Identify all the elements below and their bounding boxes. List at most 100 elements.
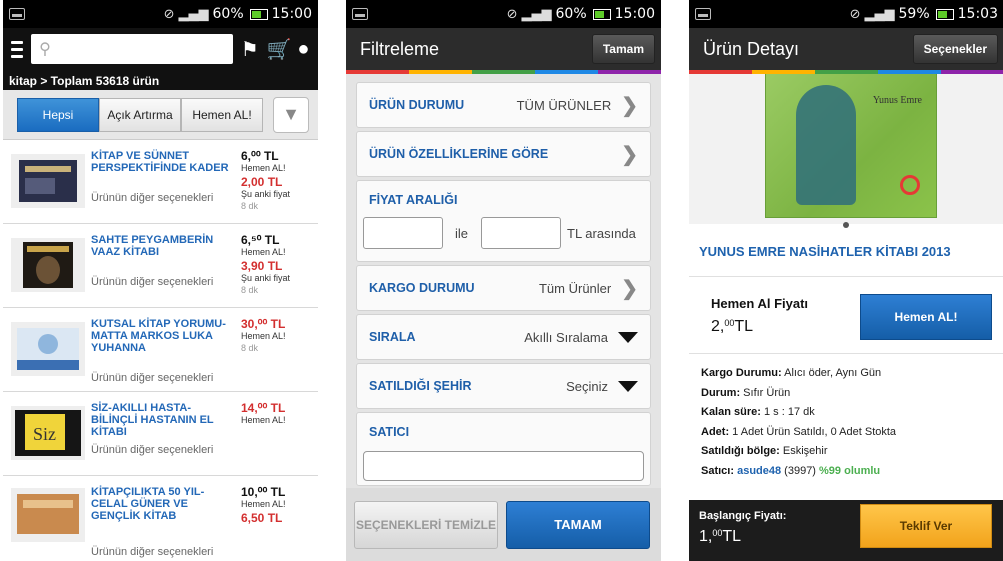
filter-seller: SATICI (356, 412, 651, 486)
buy-now-price: 10,⁰⁰ TL (241, 485, 286, 499)
apply-button[interactable]: TAMAM (506, 500, 650, 549)
max-price-input[interactable] (481, 217, 561, 249)
battery-icon (249, 8, 268, 20)
filter-value: Akıllı Sıralama (524, 329, 608, 345)
product-thumbnail: Siz (11, 406, 85, 460)
buy-now-button[interactable]: Hemen AL! (860, 294, 992, 340)
min-price-input[interactable] (363, 217, 443, 249)
notification-icon (9, 8, 25, 20)
product-options-link[interactable]: Ürünün diğer seçenekleri (91, 444, 213, 456)
top-bar: ⚲ ⚑ 🛒 ● (3, 28, 318, 70)
divider (689, 276, 1003, 277)
options-button[interactable]: Seçenekler (912, 34, 998, 64)
battery-percent: 60% (212, 6, 244, 22)
current-price: 3,90 TL (241, 259, 283, 273)
product-title[interactable]: SAHTE PEYGAMBERİN VAAZ KİTABI (91, 234, 231, 258)
buy-now-price: 6,⁰⁰ TL (241, 149, 279, 163)
book-cover: Yunus Emre (765, 74, 937, 218)
buy-now-price: 14,⁰⁰ TL (241, 401, 286, 415)
filter-label: SATICI (369, 425, 410, 439)
filter-sort[interactable]: SIRALA Akıllı Sıralama (356, 314, 651, 360)
product-title[interactable]: KUTSAL KİTAP YORUMU-MATTA MARKOS LUKA YU… (91, 318, 231, 354)
filter-city[interactable]: SATILDIĞI ŞEHİR Seçiniz (356, 363, 651, 409)
page-title: Ürün Detayı (703, 38, 800, 59)
cover-author: Yunus Emre (872, 95, 922, 106)
status-bar: ⊘ ▂▄▆ 59% 15:03 (689, 0, 1003, 28)
buy-now-panel: Hemen Al Fiyatı 2,00TL Hemen AL! (689, 278, 1003, 354)
carousel-indicator (843, 222, 849, 228)
range-suffix-text: TL arasında (567, 226, 636, 241)
breadcrumb: kitap > Toplam 53618 ürün (3, 70, 318, 90)
time-left: 8 dk (241, 285, 259, 295)
price-column: 30,⁰⁰ TL Hemen AL! 8 dk (241, 318, 316, 354)
product-image[interactable]: Yunus Emre (689, 74, 1003, 224)
list-item[interactable]: KUTSAL KİTAP YORUMU-MATTA MARKOS LUKA YU… (3, 308, 318, 392)
filter-button[interactable]: ▼ (273, 96, 309, 133)
signal-icon: ▂▄▆ (521, 6, 552, 22)
seller-input[interactable] (363, 451, 644, 481)
list-item[interactable]: KİTAP VE SÜNNET PERSPEKTİFİNDE KADER Ürü… (3, 140, 318, 224)
product-options-link[interactable]: Ürünün diğer seçenekleri (91, 372, 213, 384)
list-item[interactable]: KİTAPÇILIKTA 50 YIL-CELAL GÜNER VE GENÇL… (3, 476, 318, 560)
product-title[interactable]: KİTAP VE SÜNNET PERSPEKTİFİNDE KADER (91, 150, 231, 174)
buy-now-tag: Hemen AL! (241, 331, 286, 341)
info-seller: Satıcı: asude48 (3997) %99 olumlu (701, 464, 881, 477)
range-between-text: ile (455, 226, 469, 241)
list-item[interactable]: Siz SİZ-AKILLI HASTA-BİLİNÇLİ HASTANIN E… (3, 392, 318, 476)
filter-label: SATILDIĞI ŞEHİR (369, 379, 472, 393)
product-options-link[interactable]: Ürünün diğer seçenekleri (91, 192, 213, 204)
make-offer-button[interactable]: Teklif Ver (860, 504, 992, 548)
tab-auction[interactable]: Açık Artırma (99, 97, 181, 132)
clear-options-button[interactable]: SEÇENEKLERİ TEMİZLE (354, 500, 498, 549)
filter-product-features[interactable]: ÜRÜN ÖZELLİKLERİNE GÖRE ❯ (356, 131, 651, 177)
menu-icon[interactable] (11, 40, 24, 58)
top-bar: Filtreleme Tamam (346, 28, 661, 70)
info-status: Durum: Sıfır Ürün (701, 386, 791, 399)
user-icon[interactable]: ● (297, 38, 310, 61)
product-title[interactable]: SİZ-AKILLI HASTA-BİLİNÇLİ HASTANIN EL Kİ… (91, 402, 231, 438)
filter-value: Tüm Ürünler (538, 280, 612, 296)
buy-now-price: 30,⁰⁰ TL (241, 317, 286, 331)
product-options-link[interactable]: Ürünün diğer seçenekleri (91, 276, 213, 288)
page-title: Filtreleme (360, 38, 440, 59)
product-options-link[interactable]: Ürünün diğer seçenekleri (91, 546, 213, 558)
battery-percent: 60% (555, 6, 587, 22)
start-price-label: Başlangıç Fiyatı: (699, 510, 787, 522)
filter-shipping[interactable]: KARGO DURUMU Tüm Ürünler ❯ (356, 265, 651, 311)
filter-label: SIRALA (369, 330, 416, 344)
tab-all[interactable]: Hepsi (17, 97, 99, 132)
buy-now-price: 2,00TL (711, 318, 754, 335)
filter-list: ÜRÜN DURUMU TÜM ÜRÜNLER ❯ ÜRÜN ÖZELLİKLE… (346, 74, 661, 486)
price-column: 10,⁰⁰ TL Hemen AL! 6,50 TL (241, 486, 316, 524)
list-item[interactable]: SAHTE PEYGAMBERİN VAAZ KİTABI Ürünün diğ… (3, 224, 318, 308)
signal-icon: ▂▄▆ (178, 6, 209, 22)
start-price: 1,00TL (699, 528, 742, 545)
product-detail-screen: ⊘ ▂▄▆ 59% 15:03 Ürün Detayı Seçenekler Y… (689, 0, 1003, 561)
seller-link[interactable]: asude48 (737, 465, 781, 477)
funnel-icon: ▼ (282, 104, 300, 124)
publisher-logo-icon (900, 175, 920, 195)
product-list: KİTAP VE SÜNNET PERSPEKTİFİNDE KADER Ürü… (3, 140, 318, 560)
product-title[interactable]: KİTAPÇILIKTA 50 YIL-CELAL GÜNER VE GENÇL… (91, 486, 231, 522)
current-price: 2,00 TL (241, 175, 283, 189)
search-icon: ⚲ (39, 41, 51, 58)
cart-icon[interactable]: 🛒 (267, 37, 292, 62)
filter-screen: ⊘ ▂▄▆ 60% 15:00 Filtreleme Tamam ÜRÜN DU… (346, 0, 661, 561)
filter-value: Seçiniz (566, 378, 608, 394)
search-box[interactable]: ⚲ (31, 34, 233, 64)
done-button[interactable]: Tamam (591, 34, 655, 64)
time-left: 8 dk (241, 343, 259, 353)
buy-now-label: Hemen Al Fiyatı (711, 296, 809, 311)
filter-product-status[interactable]: ÜRÜN DURUMU TÜM ÜRÜNLER ❯ (356, 82, 651, 128)
buy-now-tag: Hemen AL! (241, 247, 286, 257)
price-column: 14,⁰⁰ TL Hemen AL! (241, 402, 316, 426)
product-thumbnail (11, 488, 85, 542)
search-input[interactable] (56, 37, 233, 61)
tag-icon[interactable]: ⚑ (241, 37, 259, 62)
status-bar: ⊘ ▂▄▆ 60% 15:00 (3, 0, 318, 28)
status-bar: ⊘ ▂▄▆ 60% 15:00 (346, 0, 661, 28)
product-thumbnail (11, 322, 85, 376)
buy-now-price: 6,⁵⁰ TL (241, 233, 280, 247)
alarm-off-icon: ⊘ (506, 6, 518, 22)
tab-buy-now[interactable]: Hemen AL! (181, 97, 263, 132)
